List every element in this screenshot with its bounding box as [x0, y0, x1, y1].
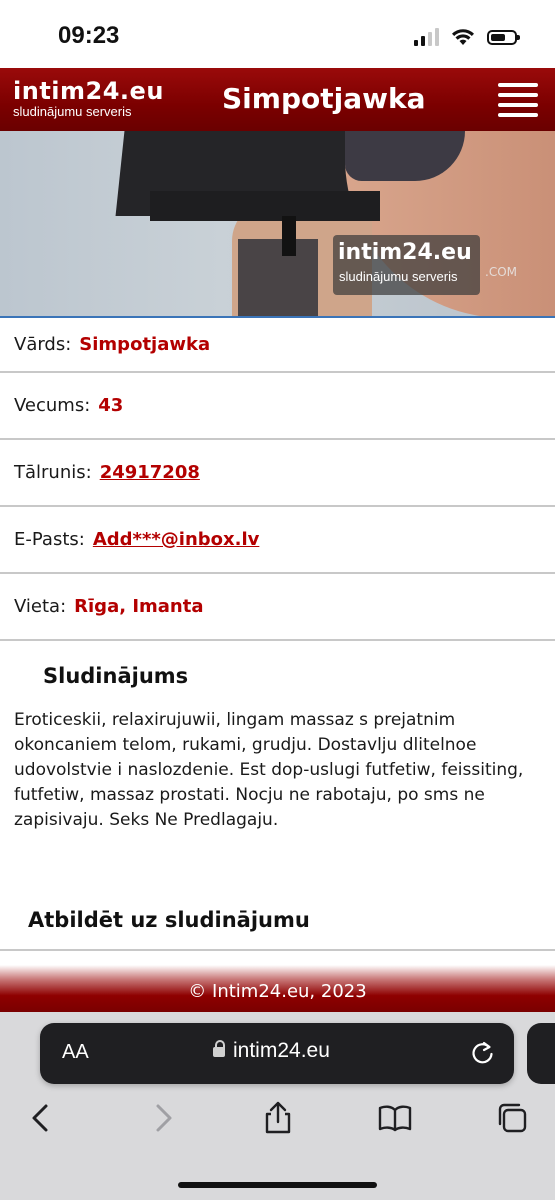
next-tab-preview[interactable]: [527, 1023, 555, 1084]
reply-heading[interactable]: Atbildēt uz sludinājumu: [28, 908, 310, 932]
bookmarks-icon[interactable]: [377, 1100, 413, 1136]
battery-icon: [487, 29, 520, 45]
location-label: Vieta:: [14, 596, 67, 617]
site-footer: © Intim24.eu, 2023: [0, 965, 555, 1012]
info-row-location: Vieta: Rīga, Imanta: [0, 574, 555, 641]
phone-link[interactable]: 24917208: [100, 462, 200, 483]
watermark-com: .COM: [485, 265, 517, 279]
menu-icon[interactable]: [498, 83, 538, 117]
wifi-icon: [452, 29, 474, 45]
name-label: Vārds:: [14, 334, 72, 355]
ad-text: Eroticeskii, relaxirujuwii, lingam massa…: [14, 710, 524, 830]
divider: [0, 949, 555, 951]
status-time: 09:23: [58, 22, 120, 49]
url-text[interactable]: intim24.eu: [233, 1039, 330, 1063]
phone-label: Tālrunis:: [14, 462, 92, 483]
age-label: Vecums:: [14, 395, 91, 416]
status-icons: [414, 24, 520, 50]
text-size-button[interactable]: AA: [62, 1041, 89, 1064]
home-indicator: [178, 1182, 377, 1188]
logo[interactable]: intim24.eu sludinājumu serveris: [13, 78, 164, 119]
site-header: intim24.eu sludinājumu serveris Simpotja…: [0, 68, 555, 131]
email-link[interactable]: Add***@inbox.lv: [93, 529, 260, 550]
info-row-phone: Tālrunis: 24917208: [0, 440, 555, 507]
email-label: E-Pasts:: [14, 529, 85, 550]
logo-text: intim24.eu: [13, 77, 164, 105]
footer-copyright: © Intim24.eu, 2023: [188, 981, 367, 1002]
reload-icon[interactable]: [468, 1038, 498, 1068]
forward-icon[interactable]: [144, 1100, 180, 1136]
page-title: Simpotjawka: [222, 82, 426, 115]
lock-icon: [213, 1040, 225, 1057]
info-row-age: Vecums: 43: [0, 373, 555, 440]
name-value: Simpotjawka: [79, 334, 211, 355]
info-row-email: E-Pasts: Add***@inbox.lv: [0, 507, 555, 574]
signal-icon: [414, 28, 439, 46]
photo-watermark: intim24.eu sludinājumu serveris: [333, 235, 480, 295]
aa-label: AA: [62, 1041, 89, 1063]
age-value: 43: [98, 395, 124, 416]
ad-photo[interactable]: intim24.eu sludinājumu serveris .COM: [0, 131, 555, 318]
tabs-icon[interactable]: [494, 1100, 530, 1136]
browser-toolbar: AA intim24.eu: [0, 1012, 555, 1200]
watermark-subtitle: sludinājumu serveris: [339, 269, 458, 284]
status-bar: 09:23: [0, 0, 555, 68]
share-icon[interactable]: [260, 1100, 296, 1136]
ad-heading: Sludinājums: [43, 664, 189, 688]
info-row-name: Vārds: Simpotjawka: [0, 318, 555, 373]
location-value: Rīga, Imanta: [74, 596, 204, 617]
back-icon[interactable]: [24, 1100, 60, 1136]
watermark-text: intim24.eu: [338, 240, 472, 265]
address-bar[interactable]: AA intim24.eu: [40, 1023, 514, 1084]
logo-subtitle: sludinājumu serveris: [13, 104, 132, 119]
